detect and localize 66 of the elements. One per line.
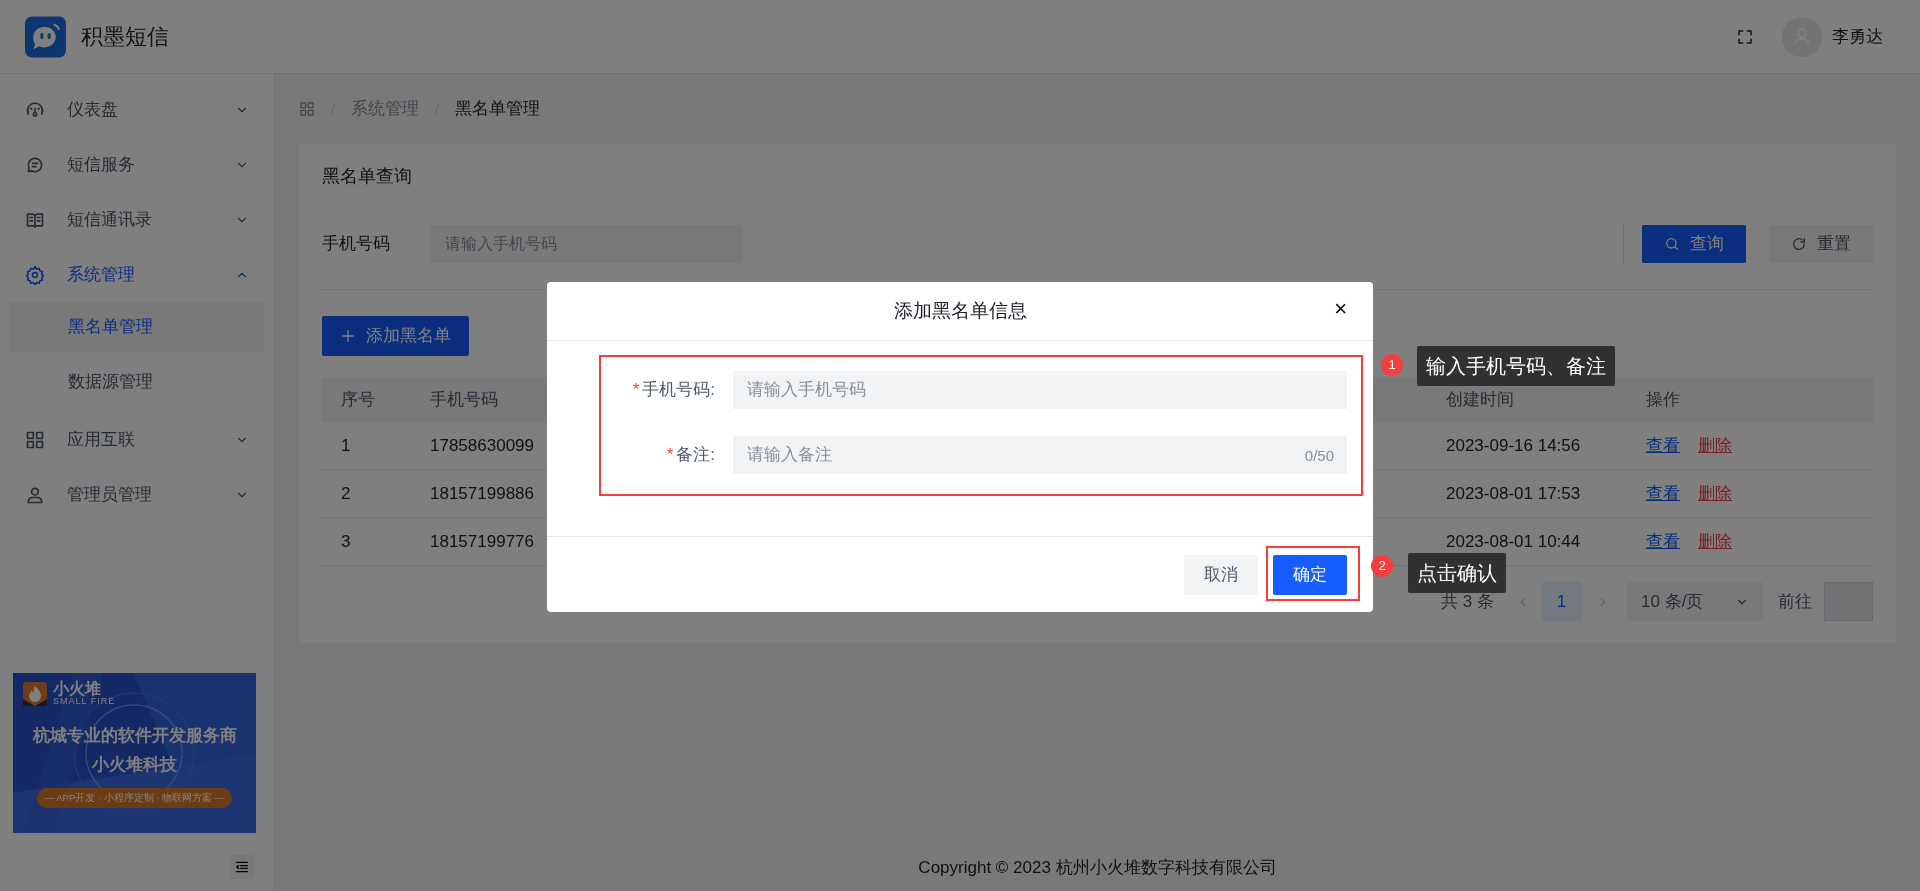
brand-name: 小火堆 <box>53 681 101 697</box>
card-title: 黑名单查询 <box>322 165 413 188</box>
collapse-button[interactable] <box>230 855 254 879</box>
dialog-title: 添加黑名单信息 <box>893 298 1027 323</box>
page-size-select[interactable]: 10 条/页 <box>1627 582 1763 621</box>
app-name: 积墨短信 <box>81 23 169 51</box>
table-cell-text: 18157199886 <box>430 482 534 505</box>
table-cell-text: 17858630099 <box>430 434 534 457</box>
sidebar-subitem[interactable]: 黑名单管理 <box>10 302 264 352</box>
sidebar-item[interactable]: 短信服务 <box>0 137 274 192</box>
sidebar-subitem[interactable]: 数据源管理 <box>10 357 264 407</box>
field-label: 手机号码 <box>322 233 390 256</box>
column-header: 手机号码 <box>430 389 498 412</box>
callout-tooltip: 点击确认 <box>1408 553 1506 593</box>
field-label: * 备注: <box>665 444 716 467</box>
gear-icon <box>25 264 45 285</box>
view-link[interactable]: 查看 <box>1646 528 1680 555</box>
breadcrumb-current: 黑名单管理 <box>455 98 540 121</box>
refresh-icon <box>1791 236 1807 252</box>
brand-subtitle: SMALL FIRE <box>53 697 116 707</box>
user-name[interactable]: 李勇达 <box>1832 23 1883 50</box>
home-grid-icon[interactable] <box>299 101 315 117</box>
flame-logo-icon <box>23 681 47 706</box>
cancel-button[interactable]: 取消 <box>1184 554 1258 595</box>
table-cell-text: 3 <box>341 530 351 553</box>
fullscreen-icon[interactable] <box>1736 27 1754 46</box>
column-header: 序号 <box>341 389 375 412</box>
grid-icon <box>25 429 45 450</box>
collapse-icon <box>234 859 250 875</box>
plus-icon <box>340 328 356 344</box>
search-icon <box>1664 236 1680 252</box>
table-cell-text: 2023-08-01 10:44 <box>1446 530 1581 553</box>
app-logo-icon <box>25 15 66 58</box>
banner-headline: 杭城专业的软件开发服务商 <box>32 724 237 747</box>
table-cell-text: 2023-09-16 14:56 <box>1446 434 1581 457</box>
add-blacklist-button[interactable]: 添加黑名单 <box>322 316 469 356</box>
banner-subline: 小火堆科技 <box>92 754 177 777</box>
gauge-icon <box>25 99 45 120</box>
reset-button[interactable]: 重置 <box>1769 225 1873 263</box>
view-link[interactable]: 查看 <box>1646 432 1680 459</box>
close-button[interactable]: × <box>1330 298 1351 320</box>
delete-link[interactable]: 删除 <box>1698 480 1732 507</box>
table-cell-text: 2 <box>341 482 351 505</box>
column-header: 创建时间 <box>1446 389 1514 412</box>
view-link[interactable]: 查看 <box>1646 480 1680 507</box>
character-counter: 0/50 <box>1304 446 1334 466</box>
page-number[interactable]: 1 <box>1542 582 1581 621</box>
total-count: 共 3 条 <box>1441 590 1494 613</box>
field-label: * 手机号码: <box>631 379 716 402</box>
sidebar-item[interactable]: 系统管理 <box>0 247 274 302</box>
table-cell-text: 18157199776 <box>430 530 534 553</box>
phone-input-field[interactable]: 请输入手机号码 <box>733 371 1347 409</box>
confirm-button[interactable]: 确定 <box>1273 554 1347 595</box>
table-cell-text: 1 <box>341 434 351 457</box>
delete-link[interactable]: 删除 <box>1698 528 1732 555</box>
copyright-text: Copyright © 2023 杭州小火堆数字科技有限公司 <box>917 857 1278 880</box>
sidebar-item[interactable]: 管理员管理 <box>0 467 274 522</box>
sidebar-item[interactable]: 应用互联 <box>0 412 274 467</box>
goto-label: 前往 <box>1778 590 1812 613</box>
callout-tooltip: 输入手机号码、备注 <box>1417 346 1615 386</box>
delete-link[interactable]: 删除 <box>1698 432 1732 459</box>
table-cell-text: 2023-08-01 17:53 <box>1446 482 1581 505</box>
column-header: 操作 <box>1646 389 1680 412</box>
sidebar-item[interactable]: 仪表盘 <box>0 82 274 137</box>
query-button[interactable]: 查询 <box>1642 225 1746 263</box>
sidebar-item[interactable]: 短信通讯录 <box>0 192 274 247</box>
